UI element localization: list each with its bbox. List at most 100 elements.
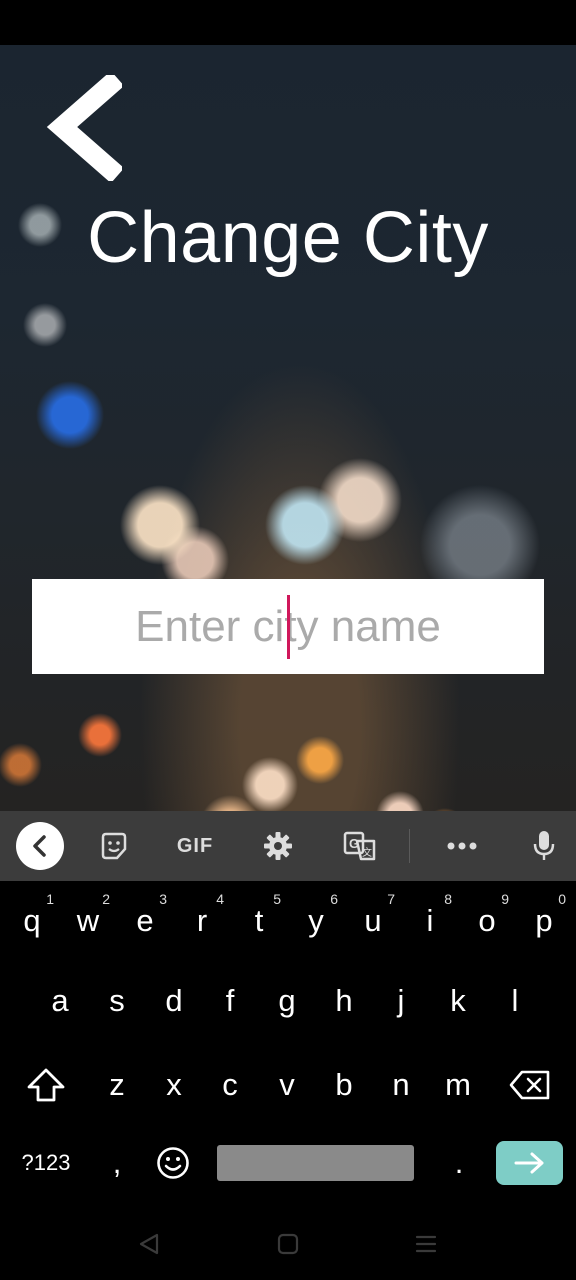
back-triangle-icon <box>139 1233 159 1255</box>
key-label: n <box>392 1067 410 1102</box>
key-label: f <box>225 983 235 1018</box>
translate-icon: G 文 <box>343 831 376 861</box>
key-i[interactable]: i8 <box>402 881 458 961</box>
nav-back-button[interactable] <box>127 1222 171 1266</box>
status-bar <box>0 0 576 45</box>
text-cursor <box>287 595 290 659</box>
key-label: , <box>112 1145 122 1180</box>
backspace-icon <box>509 1070 550 1100</box>
key-label: r <box>196 903 208 938</box>
key-label: t <box>254 903 264 938</box>
key-u[interactable]: u7 <box>345 881 401 961</box>
back-button[interactable] <box>46 70 125 184</box>
key-e[interactable]: e3 <box>117 881 173 961</box>
key-label: m <box>445 1067 471 1102</box>
key-hint: 8 <box>444 891 452 907</box>
key-label: j <box>397 983 405 1018</box>
key-g[interactable]: g <box>259 961 315 1041</box>
key-x[interactable]: x <box>146 1045 202 1125</box>
key-label: x <box>166 1067 182 1102</box>
key-label: e <box>136 903 154 938</box>
key-j[interactable]: j <box>373 961 429 1041</box>
key-o[interactable]: o9 <box>459 881 515 961</box>
key-v[interactable]: v <box>259 1045 315 1125</box>
toolbar-divider <box>409 829 410 863</box>
key-label: c <box>222 1067 238 1102</box>
key-label: o <box>478 903 496 938</box>
gif-button[interactable]: GIF <box>170 811 220 881</box>
key-label: s <box>109 983 125 1018</box>
gif-label: GIF <box>176 834 214 857</box>
key-hint: 6 <box>330 891 338 907</box>
key-label: q <box>23 903 41 938</box>
key-a[interactable]: a <box>32 961 88 1041</box>
key-l[interactable]: l <box>487 961 543 1041</box>
key-hint: 1 <box>46 891 54 907</box>
back-arrow-icon <box>46 70 125 184</box>
space-bar[interactable] <box>217 1145 414 1181</box>
nav-home-button[interactable] <box>266 1222 310 1266</box>
sticker-icon <box>101 832 127 860</box>
key-w[interactable]: w2 <box>60 881 116 961</box>
key-hint: 2 <box>102 891 110 907</box>
key-y[interactable]: y6 <box>288 881 344 961</box>
key-p[interactable]: p0 <box>516 881 572 961</box>
key-n[interactable]: n <box>373 1045 429 1125</box>
more-icon <box>447 842 477 850</box>
enter-key[interactable] <box>496 1141 563 1185</box>
key-hint: 7 <box>387 891 395 907</box>
key-c[interactable]: c <box>202 1045 258 1125</box>
key-r[interactable]: r4 <box>174 881 230 961</box>
sticker-button[interactable] <box>96 811 132 881</box>
mic-icon <box>533 831 555 860</box>
key-hint: 3 <box>159 891 167 907</box>
voice-input-button[interactable] <box>526 811 562 881</box>
key-label: a <box>51 983 69 1018</box>
key-hint: 9 <box>501 891 509 907</box>
key-label: p <box>535 903 553 938</box>
emoji-key[interactable] <box>148 1125 198 1201</box>
key-label: h <box>335 983 353 1018</box>
key-k[interactable]: k <box>430 961 486 1041</box>
key-b[interactable]: b <box>316 1045 372 1125</box>
chevron-left-icon <box>16 822 64 870</box>
key-label: u <box>364 903 382 938</box>
gear-icon <box>264 832 292 860</box>
key-label: g <box>278 983 296 1018</box>
arrow-right-icon <box>514 1152 543 1174</box>
key-q[interactable]: q1 <box>4 881 60 961</box>
home-square-icon <box>277 1233 299 1255</box>
key-hint: 0 <box>558 891 566 907</box>
key-m[interactable]: m <box>430 1045 486 1125</box>
key-label: d <box>165 983 183 1018</box>
recents-lines-icon <box>415 1235 437 1253</box>
symbols-key[interactable]: ?123 <box>10 1125 82 1201</box>
key-f[interactable]: f <box>202 961 258 1041</box>
more-button[interactable] <box>444 811 480 881</box>
key-d[interactable]: d <box>146 961 202 1041</box>
key-label: v <box>279 1067 295 1102</box>
emoji-smile-icon <box>157 1147 189 1179</box>
key-label: . <box>454 1145 464 1180</box>
shift-arrow-icon <box>27 1068 65 1102</box>
key-s[interactable]: s <box>89 961 145 1041</box>
svg-text:文: 文 <box>362 846 372 859</box>
keyboard-toolbar: GIF G 文 <box>0 811 576 881</box>
translate-button[interactable]: G 文 <box>340 811 380 881</box>
key-label: k <box>450 983 466 1018</box>
backspace-key[interactable] <box>500 1045 560 1125</box>
nav-recents-button[interactable] <box>404 1222 448 1266</box>
shift-key[interactable] <box>16 1045 76 1125</box>
key-hint: 5 <box>273 891 281 907</box>
key-label: ?123 <box>21 1150 71 1175</box>
key-h[interactable]: h <box>316 961 372 1041</box>
key-t[interactable]: t5 <box>231 881 287 961</box>
period-key[interactable]: . <box>434 1125 484 1201</box>
settings-button[interactable] <box>260 811 296 881</box>
key-label: i <box>426 903 434 938</box>
key-label: l <box>511 983 519 1018</box>
page-title: Change City <box>87 198 489 278</box>
collapse-toolbar-button[interactable] <box>16 811 64 881</box>
key-z[interactable]: z <box>89 1045 145 1125</box>
comma-key[interactable]: , <box>92 1125 142 1201</box>
